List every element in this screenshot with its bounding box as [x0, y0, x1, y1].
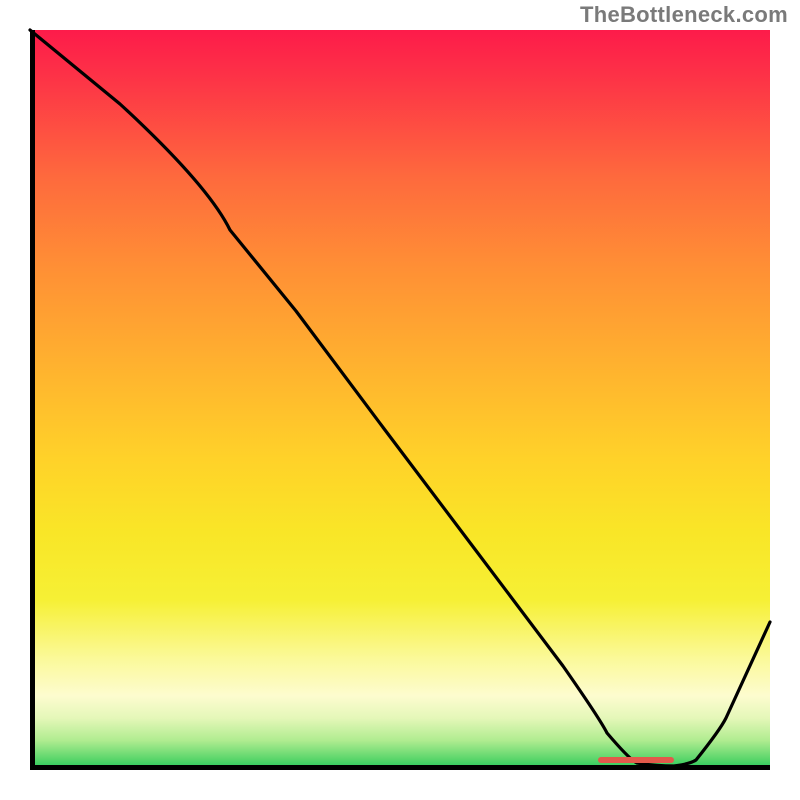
line-chart-svg	[30, 30, 770, 770]
chart-container: TheBottleneck.com	[0, 0, 800, 800]
plot-area	[30, 30, 770, 770]
watermark-label: TheBottleneck.com	[580, 2, 788, 28]
highlight-marker	[598, 757, 674, 763]
bottleneck-curve-path	[30, 30, 770, 766]
